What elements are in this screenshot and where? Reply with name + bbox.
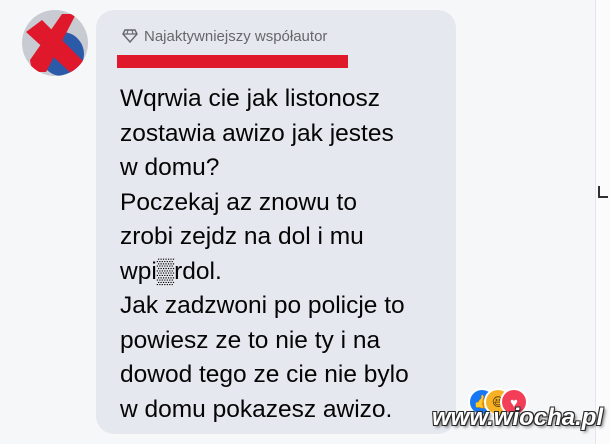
comment-line: powiesz ze to nie ty i na <box>120 326 381 354</box>
comment-line: Poczekaj az znowu to <box>120 188 357 216</box>
diamond-icon <box>122 29 138 43</box>
comment-line: zrobi zejdz na dol i mu <box>120 223 364 250</box>
comment-line: dowod tego ze cie nie bylo <box>120 361 409 388</box>
watermark: www.wiocha.pl <box>432 404 604 431</box>
comment-line: Jak zadzwoni po policje to <box>120 292 405 319</box>
author-badge-label: Najaktywniejszy współautor <box>144 27 328 45</box>
corner-mark <box>598 186 608 198</box>
comment-line: zostawia awizo jak jestes <box>120 119 394 147</box>
comment-line: Wqrwia cie jak listonosz <box>120 85 381 112</box>
author-name-redaction <box>117 55 348 68</box>
author-badge: Najaktywniejszy współautor <box>122 27 327 45</box>
avatar-redaction-icon <box>22 10 88 76</box>
comment-line: w domu? <box>120 154 220 181</box>
right-edge-strip <box>595 0 610 444</box>
avatar[interactable] <box>22 10 88 76</box>
comment-line: w domu pokazesz awizo. <box>120 395 393 423</box>
comment-text: Wqrwia cie jak listonosz zostawia awizo … <box>120 82 450 427</box>
comment-line: wpi▒rdol. <box>120 257 222 285</box>
